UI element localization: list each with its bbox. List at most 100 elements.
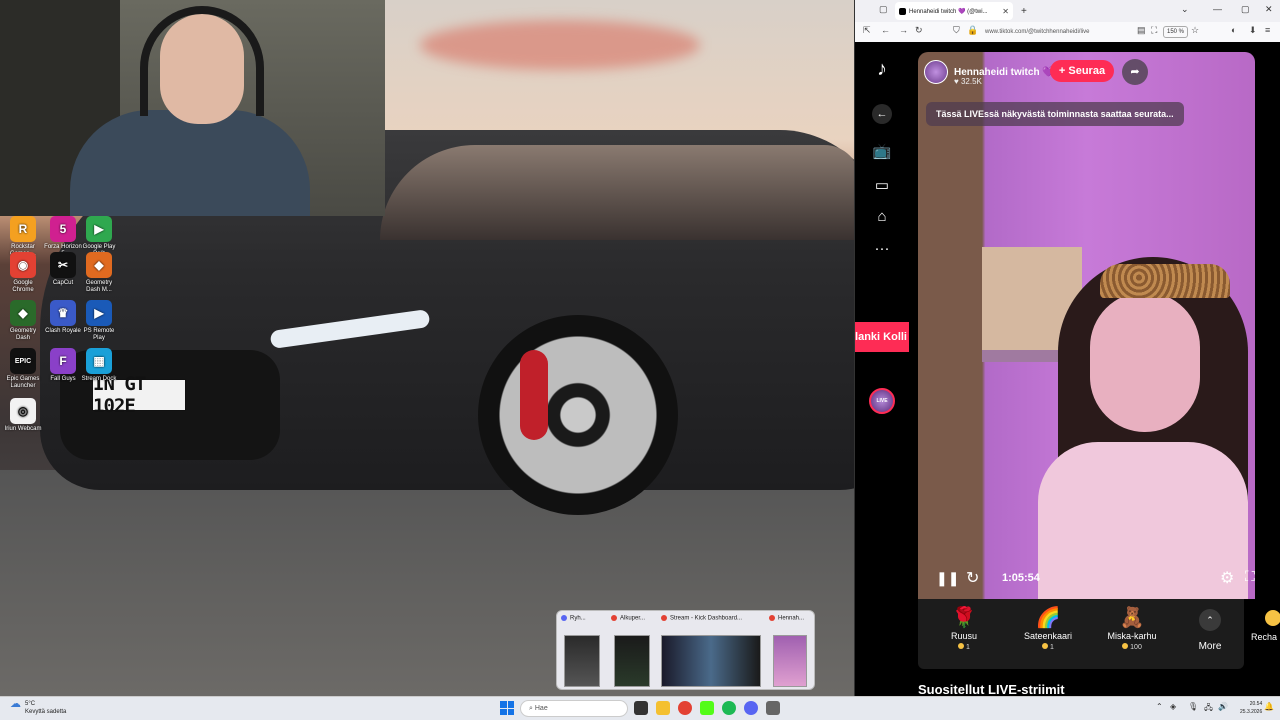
maximize-window-icon[interactable]: ▢ <box>1241 4 1250 15</box>
discord-icon[interactable] <box>744 701 758 715</box>
browser-tab-active[interactable]: Hennaheidi twitch 💜 (@twi... ✕ <box>895 2 1013 20</box>
microphone-icon[interactable]: 🎙 <box>1188 702 1198 711</box>
refresh-icon[interactable]: ↻ <box>966 568 979 588</box>
settings-gear-icon[interactable]: ⚙ <box>1220 568 1234 588</box>
desktop-icon[interactable]: ✂ CapCut <box>44 252 82 287</box>
gift-name: Sateenkaari <box>1023 631 1073 641</box>
menu-icon[interactable]: ≡ <box>1265 25 1270 35</box>
spotify-icon[interactable] <box>722 701 736 715</box>
bookmark-star-icon[interactable]: ☆ <box>1191 25 1199 36</box>
close-window-icon[interactable]: ✕ <box>1265 4 1273 15</box>
live-video-player[interactable]: Hennaheidi twitch 💜 ♥ 32.5K + Seuraa ➦ T… <box>918 52 1255 599</box>
gift-item[interactable]: 🌹 Ruusu 1 <box>934 605 994 651</box>
home-icon[interactable]: ⌂ <box>869 208 895 230</box>
video-camera-icon[interactable]: ▭ <box>869 176 895 198</box>
minimize-window-icon[interactable]: — <box>1213 4 1222 14</box>
thumb-title-3[interactable]: Stream - Kick Dashboard... <box>661 615 757 622</box>
desktop-icon-label: Stream Dock <box>81 376 117 382</box>
desktop-icon[interactable]: ◆ Geometry Dash <box>4 300 42 342</box>
back-arrow-icon[interactable]: ← <box>869 104 895 126</box>
reload-icon[interactable]: ↻ <box>915 25 923 36</box>
desktop-icon[interactable]: F Fall Guys <box>44 348 82 383</box>
wallpaper-cloud <box>420 20 700 70</box>
thumb-preview-4[interactable] <box>773 635 807 687</box>
thumb-title-4[interactable]: Hennah... <box>769 615 813 622</box>
gift-item[interactable]: 🧸 Miska-karhu 100 <box>1102 605 1162 651</box>
network-icon[interactable]: 🖧 <box>1204 702 1213 716</box>
weather-temp: 5°C <box>25 701 36 707</box>
promo-banner[interactable]: lanki Kolli <box>855 322 909 352</box>
close-tab-icon[interactable]: ✕ <box>1002 7 1009 16</box>
translate-icon[interactable]: ⛶ <box>1151 25 1157 36</box>
share-icon[interactable]: ➦ <box>1122 59 1148 85</box>
address-input[interactable]: www.tiktok.com/@twitchhennaheidi/live <box>985 26 1130 38</box>
desktop-icon[interactable]: ▶ PS Remote Play <box>80 300 118 342</box>
weather-widget[interactable]: ☁ 5°C Kevyttä sadetta <box>10 699 66 716</box>
volume-icon[interactable]: 🔊 <box>1218 702 1228 711</box>
kick-app-icon[interactable] <box>700 701 714 715</box>
coin-icon <box>958 643 965 649</box>
webcam-overlay <box>0 0 385 216</box>
thumb-title-1[interactable]: Ryh... <box>561 615 601 622</box>
pause-icon[interactable]: ❚❚ <box>936 570 959 587</box>
thumb-title-2[interactable]: Alkuper... <box>611 615 655 622</box>
app-icon: ♛ <box>50 300 76 326</box>
forward-icon[interactable]: → <box>899 25 908 35</box>
sidebar-toggle-icon[interactable]: ⇱ <box>863 25 871 36</box>
coin-icon <box>1042 643 1049 649</box>
coin-icon <box>1122 643 1129 649</box>
new-tab-icon[interactable]: + <box>1021 6 1027 17</box>
more-gifts-button[interactable]: ⌃ More <box>1188 609 1232 652</box>
gift-name: Miska-karhu <box>1107 631 1157 641</box>
downloads-icon[interactable]: ⬇ <box>1249 25 1257 36</box>
desktop-icon[interactable]: ◉ Google Chrome <box>4 252 42 294</box>
streamer-likes: ♥ 32.5K <box>954 77 982 86</box>
shield-icon[interactable]: ⛉ <box>953 25 960 36</box>
thumb-preview-2[interactable] <box>614 635 650 687</box>
extensions-icon[interactable]: ◐ <box>1231 25 1236 35</box>
notification-bell-icon[interactable]: 🔔 <box>1264 702 1274 711</box>
taskbar-clock[interactable]: 20.54 25.3.2026 <box>1240 700 1262 716</box>
file-explorer-icon[interactable] <box>656 701 670 715</box>
tray-app-icon[interactable]: ◈ <box>1170 702 1176 711</box>
app-icon: ▶ <box>86 300 112 326</box>
follow-button[interactable]: + Seuraa <box>1050 60 1114 82</box>
search-placeholder: Hae <box>534 705 548 712</box>
tab-list-icon[interactable]: ▢ <box>879 4 888 15</box>
recharge-button[interactable]: Recha <box>1251 610 1280 642</box>
live-tv-icon[interactable]: 📺 <box>869 142 895 164</box>
desktop-icon[interactable]: EPIC Epic Games Launcher <box>4 348 42 390</box>
task-view-icon[interactable] <box>634 701 648 715</box>
gift-price: 1 <box>934 643 994 651</box>
desktop-icon[interactable]: ♛ Clash Royale <box>44 300 82 335</box>
fullscreen-icon[interactable]: ⛶ <box>1245 568 1255 585</box>
more-dots-icon[interactable]: ··· <box>869 240 895 262</box>
tiktok-logo-icon[interactable]: ♪ <box>869 58 895 80</box>
taskbar-search-input[interactable]: ⌕ Hae <box>520 700 628 717</box>
live-followed-avatar[interactable]: LIVE <box>869 388 895 414</box>
streamer-avatar[interactable] <box>924 60 948 84</box>
thumb-preview-3[interactable] <box>661 635 761 687</box>
tray-chevron-icon[interactable]: ⌃ <box>1156 702 1163 711</box>
app-icon: ▶ <box>86 216 112 242</box>
desktop-icon-label: Clash Royale <box>45 328 81 334</box>
desktop-icon-label: CapCut <box>52 280 74 286</box>
reader-view-icon[interactable]: ▤ <box>1137 25 1146 36</box>
wallpaper-car-window <box>380 145 854 240</box>
back-icon[interactable]: ← <box>881 25 890 35</box>
desktop-icon[interactable]: ▦ Stream Dock <box>80 348 118 383</box>
streamer-name[interactable]: Hennaheidi twitch 💜 <box>954 67 1055 78</box>
tab-overflow-chevron-icon[interactable]: ⌄ <box>1181 4 1189 15</box>
gift-item[interactable]: 🌈 Sateenkaari 1 <box>1018 605 1078 651</box>
desktop-icon[interactable]: ◎ Iriun Webcam <box>4 398 42 433</box>
desktop-icon[interactable]: ◆ Geometry Dash M... <box>80 252 118 294</box>
start-button[interactable] <box>500 701 514 715</box>
thumb-preview-1[interactable] <box>564 635 600 687</box>
browser-taskbar-icon[interactable] <box>678 701 692 715</box>
stream-app-icon[interactable] <box>766 701 780 715</box>
desktop-icon-label: PS Remote Play <box>83 328 115 341</box>
webcam-person-hoodie <box>70 110 310 216</box>
zoom-level-badge[interactable]: 150 % <box>1163 26 1189 38</box>
app-icon: ◆ <box>86 252 112 278</box>
video-cat-ears <box>1100 264 1230 298</box>
